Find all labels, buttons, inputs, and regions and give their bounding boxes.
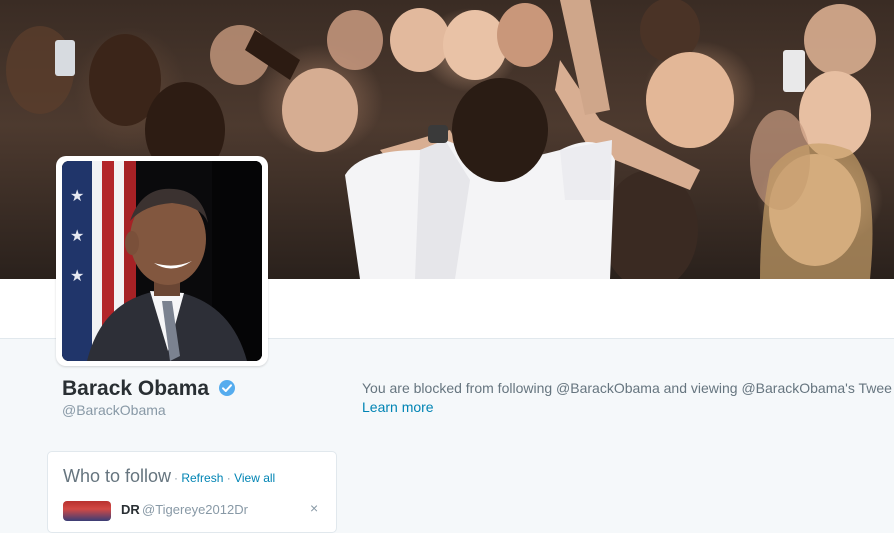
- suggestion-handle[interactable]: @Tigereye2012Dr: [142, 502, 248, 517]
- who-to-follow-title: Who to follow: [63, 466, 172, 486]
- blocked-notice: You are blocked from following @BarackOb…: [362, 379, 894, 417]
- blocked-notice-text: You are blocked from following @BarackOb…: [362, 380, 892, 396]
- profile-handle[interactable]: @BarackObama: [62, 401, 166, 419]
- who-to-follow-module: Who to follow · Refresh · View all DR @T…: [47, 451, 337, 533]
- profile-avatar[interactable]: ★ ★ ★: [56, 156, 268, 366]
- svg-text:★: ★: [70, 266, 84, 285]
- close-icon[interactable]: ×: [310, 500, 318, 516]
- svg-text:★: ★: [70, 186, 84, 205]
- profile-avatar-photo: ★ ★ ★: [62, 161, 262, 361]
- suggestion-avatar[interactable]: [63, 501, 111, 521]
- avatar-illustration: ★ ★ ★: [62, 161, 262, 361]
- verified-badge-icon: [219, 380, 235, 396]
- who-to-follow-actions: · Refresh · View all: [174, 471, 275, 485]
- separator: ·: [174, 471, 178, 485]
- suggestion-name[interactable]: DR: [121, 502, 140, 517]
- view-all-link[interactable]: View all: [234, 471, 275, 485]
- refresh-link[interactable]: Refresh: [181, 471, 223, 485]
- profile-name[interactable]: Barack Obama: [62, 376, 209, 402]
- separator: ·: [226, 471, 231, 485]
- learn-more-link[interactable]: Learn more: [362, 399, 434, 415]
- svg-text:★: ★: [70, 226, 84, 245]
